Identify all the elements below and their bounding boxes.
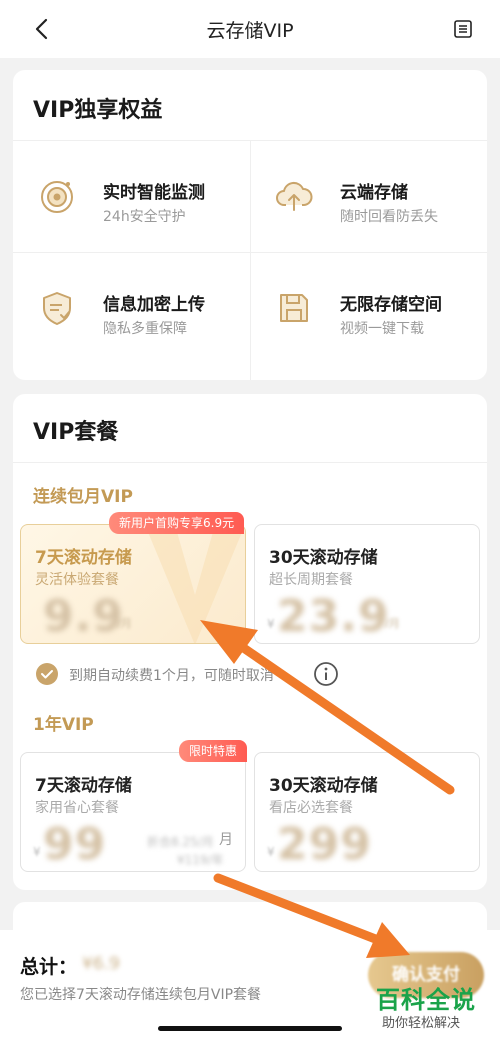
monitor-eye-icon [41,181,73,213]
floppy-disk-icon [280,294,308,322]
plan-subtitle: 看店必选套餐 [269,800,353,816]
plan-name: 7天滚动存储 [35,548,132,568]
total-label: 总计： [20,956,78,978]
selected-plan-note: 您已选择7天滚动存储连续包月VIP套餐 [20,987,262,1003]
plan-monthly-7day[interactable]: 7天滚动存储 灵活体验套餐 9.9 /月 [20,524,246,644]
plan-price: 23.9 [277,591,390,642]
plan-price: 99 [43,819,107,870]
plan-monthly-30day[interactable]: 30天滚动存储 超长周期套餐 ¥ 23.9 /月 [254,524,480,644]
benefit-desc: 视频一键下载 [340,321,424,337]
plan-card-decoration [145,525,245,643]
benefit-name: 信息加密上传 [103,295,205,315]
list-document-icon[interactable] [452,18,474,40]
benefit-desc: 24h安全守护 [103,209,186,225]
auto-renew-row[interactable]: 到期自动续费1个月，可随时取消 [35,662,475,692]
benefit-item-monitor: 实时智能监测 24h安全守护 [13,140,250,252]
plan-monthly-equivalent: 折合8.25/月 [147,835,214,849]
page-title: 云存储VIP [206,19,294,42]
plan-name: 30天滚动存储 [269,776,378,796]
plan-price-unit: /月 [117,617,132,630]
plan-price: 299 [277,819,372,870]
benefit-name: 实时智能监测 [103,183,205,203]
auto-renew-text: 到期自动续费1个月，可随时取消 [69,668,274,684]
plan-subtitle: 家用省心套餐 [35,800,119,816]
plans-title: VIP套餐 [33,420,119,445]
benefit-desc: 隐私多重保障 [103,321,187,337]
plan-name: 7天滚动存储 [35,776,132,796]
plan-price: 9.9 [43,591,124,642]
chevron-left-icon[interactable] [28,14,58,44]
benefit-item-cloud: 云端存储 随时回看防丢失 [250,140,487,252]
home-indicator [158,1026,342,1031]
total-amount: ¥6.9 [82,954,120,974]
plan-per-year: ¥119/年 [177,853,224,867]
plan-per-month-label: 月 [219,832,233,848]
benefits-title: VIP独享权益 [33,98,163,123]
plan-currency: ¥ [267,617,275,631]
plan-subtitle: 灵活体验套餐 [35,572,119,588]
plan-yearly-7day[interactable]: 7天滚动存储 家用省心套餐 ¥ 99 折合8.25/月 月 ¥119/年 [20,752,246,872]
watermark-title: 百科全说 [376,986,476,1014]
limited-offer-badge: 限时特惠 [179,740,248,762]
plan-currency: ¥ [267,845,275,859]
benefit-desc: 随时回看防丢失 [340,209,438,225]
info-icon[interactable] [313,661,339,687]
monthly-section-label: 连续包月VIP [33,487,133,507]
benefit-name: 云端存储 [340,183,408,203]
plans-card: VIP套餐 连续包月VIP 7天滚动存储 灵活体验套餐 9.9 /月 新用户首购… [13,394,487,890]
plan-currency: ¥ [33,845,41,859]
new-user-badge: 新用户首购专享6.9元 [109,512,245,534]
plan-subtitle: 超长周期套餐 [269,572,353,588]
watermark: 百科全说 助你轻松解决 [368,976,492,1034]
plan-name: 30天滚动存储 [269,548,378,568]
benefit-item-encrypt: 信息加密上传 隐私多重保障 [13,252,250,364]
shield-check-icon [43,292,71,325]
plan-price-unit: /月 [385,617,400,630]
check-circle-icon[interactable] [35,662,59,686]
cloud-upload-icon [276,181,313,211]
benefit-item-storage: 无限存储空间 视频一键下载 [250,252,487,364]
watermark-subtitle: 助你轻松解决 [382,1016,461,1031]
yearly-section-label: 1年VIP [33,715,94,735]
benefits-card: VIP独享权益 实时智能监测 24h安全守护 云端存储 随时回看防丢失 信息加密… [13,70,487,380]
divider [13,462,487,463]
plan-yearly-30day[interactable]: 30天滚动存储 看店必选套餐 ¥ 299 [254,752,480,872]
benefit-name: 无限存储空间 [340,295,442,315]
top-bar: 云存储VIP [0,0,500,58]
